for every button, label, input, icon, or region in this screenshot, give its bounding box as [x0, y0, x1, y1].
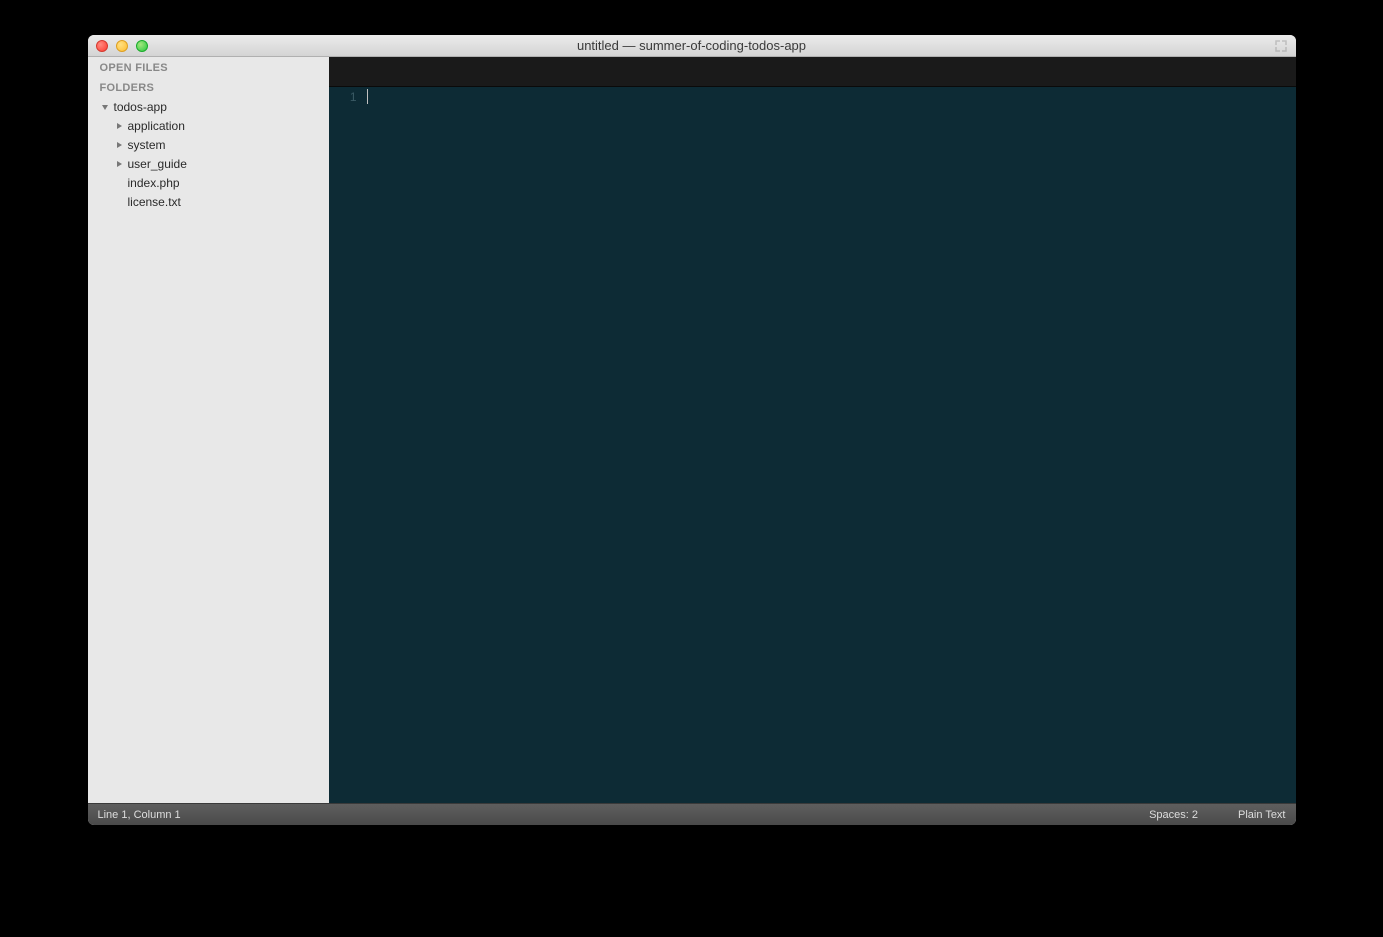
- chevron-right-icon: [114, 121, 124, 131]
- editor-pane: 1: [329, 57, 1296, 803]
- fullscreen-icon[interactable]: [1274, 39, 1288, 53]
- tree-file-license-txt[interactable]: license.txt: [92, 192, 329, 211]
- tree-item-label: system: [128, 138, 166, 152]
- traffic-lights: [96, 40, 148, 52]
- tree-item-label: todos-app: [114, 100, 167, 114]
- editor-area[interactable]: 1: [329, 87, 1296, 803]
- chevron-right-icon: [114, 140, 124, 150]
- tree-folder-user-guide[interactable]: user_guide: [92, 154, 329, 173]
- tree-item-label: license.txt: [128, 195, 181, 209]
- status-indentation[interactable]: Spaces: 2: [1149, 809, 1198, 821]
- code-area[interactable]: [365, 87, 1296, 803]
- tab-bar[interactable]: [329, 57, 1296, 87]
- tree-folder-application[interactable]: application: [92, 116, 329, 135]
- chevron-down-icon: [100, 102, 110, 112]
- titlebar[interactable]: untitled — summer-of-coding-todos-app: [88, 35, 1296, 57]
- folder-tree: todos-app application system: [88, 97, 329, 211]
- tree-folder-root[interactable]: todos-app: [92, 97, 329, 116]
- sidebar: OPEN FILES FOLDERS todos-app application: [88, 57, 329, 803]
- tree-item-label: index.php: [128, 176, 180, 190]
- editor-window: untitled — summer-of-coding-todos-app OP…: [88, 35, 1296, 825]
- tree-item-label: application: [128, 119, 185, 133]
- minimize-button[interactable]: [116, 40, 128, 52]
- status-syntax[interactable]: Plain Text: [1238, 809, 1286, 821]
- statusbar: Line 1, Column 1 Spaces: 2 Plain Text: [88, 803, 1296, 825]
- open-files-header[interactable]: OPEN FILES: [88, 57, 329, 77]
- line-number: 1: [329, 89, 357, 106]
- tree-item-label: user_guide: [128, 157, 187, 171]
- zoom-button[interactable]: [136, 40, 148, 52]
- body-area: OPEN FILES FOLDERS todos-app application: [88, 57, 1296, 803]
- status-position[interactable]: Line 1, Column 1: [98, 809, 1150, 821]
- close-button[interactable]: [96, 40, 108, 52]
- tree-folder-system[interactable]: system: [92, 135, 329, 154]
- text-cursor: [367, 89, 368, 104]
- window-title: untitled — summer-of-coding-todos-app: [577, 38, 806, 53]
- chevron-right-icon: [114, 159, 124, 169]
- line-gutter: 1: [329, 87, 365, 803]
- folders-header[interactable]: FOLDERS: [88, 77, 329, 97]
- tree-file-index-php[interactable]: index.php: [92, 173, 329, 192]
